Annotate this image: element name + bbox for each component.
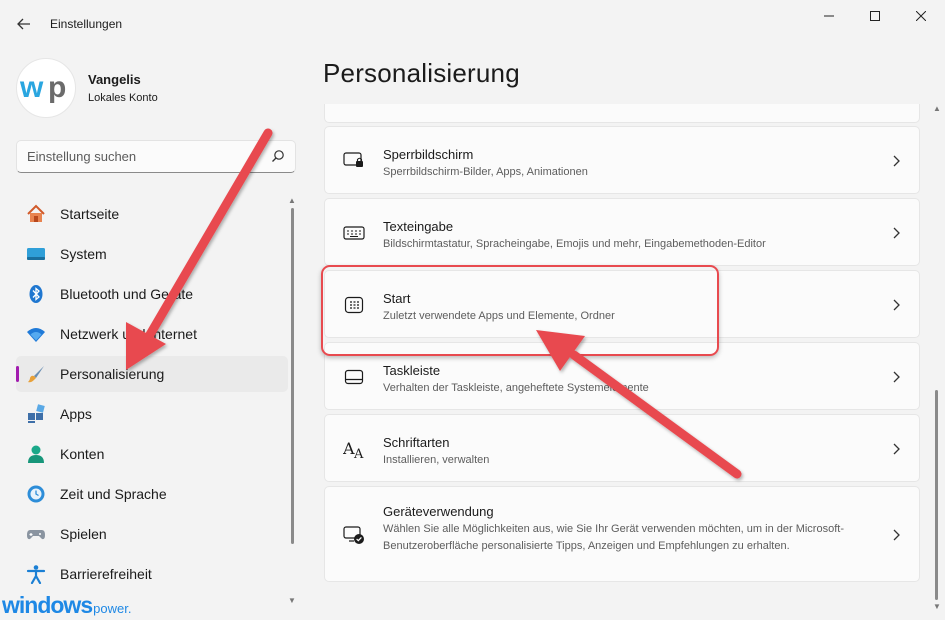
account-type: Lokales Konto	[88, 92, 158, 104]
main-scrollbar[interactable]: ▲ ▼	[932, 104, 942, 614]
scroll-down-icon[interactable]: ▼	[288, 596, 296, 605]
card-description: Wählen Sie alle Möglichkeiten aus, wie S…	[383, 523, 844, 552]
watermark-logo: windows power.	[2, 592, 131, 618]
sidebar-item-label: Barrierefreiheit	[60, 566, 152, 582]
monitor-icon	[26, 244, 46, 264]
apps-icon	[26, 404, 46, 424]
sidebar-item-time-language[interactable]: Zeit und Sprache	[16, 476, 288, 512]
fonts-icon: AA	[343, 438, 365, 460]
watermark-sub-text: power.	[93, 601, 132, 616]
chevron-right-icon	[893, 155, 900, 167]
sidebar-item-label: Bluetooth und Geräte	[60, 286, 194, 302]
app-title: Einstellungen	[50, 17, 123, 31]
search-box[interactable]	[16, 140, 296, 173]
card-description: Sperrbildschirm-Bilder, Apps, Animatione…	[383, 166, 588, 178]
accessibility-icon	[26, 564, 46, 584]
lock-screen-icon	[343, 150, 365, 172]
minimize-icon	[824, 15, 834, 17]
card-description: Verhalten der Taskleiste, angeheftete Sy…	[383, 382, 649, 394]
sidebar-item-label: System	[60, 246, 107, 262]
card-partial[interactable]	[324, 104, 920, 123]
scrollbar-thumb[interactable]	[291, 208, 294, 544]
svg-text:A: A	[353, 447, 364, 459]
sidebar-item-label: Zeit und Sprache	[60, 486, 167, 502]
gamepad-icon	[26, 524, 46, 544]
wp-logo-icon: w p	[19, 73, 66, 103]
sidebar-item-startseite[interactable]: Startseite	[16, 196, 288, 232]
sidebar-item-label: Netzwerk und Internet	[60, 326, 197, 342]
scroll-up-icon[interactable]: ▲	[933, 104, 941, 113]
back-arrow-icon	[17, 18, 30, 30]
sidebar-item-label: Startseite	[60, 206, 120, 222]
sidebar-item-network[interactable]: Netzwerk und Internet	[16, 316, 288, 352]
maximize-icon	[870, 11, 880, 21]
minimize-button[interactable]	[806, 0, 852, 32]
user-name: Vangelis	[88, 72, 141, 87]
sidebar-item-bluetooth[interactable]: Bluetooth und Geräte	[16, 276, 288, 312]
sidebar-item-gaming[interactable]: Spielen	[16, 516, 288, 552]
sidebar-nav: Startseite System Bluetooth und Geräte N…	[16, 196, 288, 596]
chevron-right-icon	[893, 443, 900, 455]
search-input[interactable]	[17, 141, 267, 172]
scroll-up-icon[interactable]: ▲	[288, 196, 296, 205]
sidebar-item-label: Konten	[60, 446, 105, 462]
maximize-button[interactable]	[852, 0, 898, 32]
chevron-right-icon	[893, 529, 900, 541]
sidebar-item-label: Apps	[60, 406, 92, 422]
device-usage-icon	[343, 524, 365, 546]
card-title: Taskleiste	[383, 363, 441, 378]
svg-text:p: p	[48, 73, 66, 103]
highlight-box	[321, 265, 719, 356]
keyboard-icon	[343, 222, 365, 244]
back-button[interactable]	[8, 8, 40, 40]
scrollbar-thumb[interactable]	[935, 390, 938, 600]
chevron-right-icon	[893, 299, 900, 311]
brush-icon	[26, 364, 46, 384]
home-icon	[26, 204, 46, 224]
card-device-usage[interactable]: Geräteverwendung Wählen Sie alle Möglich…	[324, 486, 920, 582]
search-icon[interactable]	[271, 149, 285, 163]
sidebar-item-label: Spielen	[60, 526, 107, 542]
wifi-icon	[26, 324, 46, 344]
card-title: Geräteverwendung	[383, 504, 494, 519]
page-title: Personalisierung	[323, 58, 520, 88]
card-fonts[interactable]: AA Schriftarten Installieren, verwalten	[324, 414, 920, 482]
close-button[interactable]	[898, 0, 944, 32]
card-description: Installieren, verwalten	[383, 454, 490, 466]
scroll-down-icon[interactable]: ▼	[933, 602, 941, 611]
bluetooth-icon	[26, 284, 46, 304]
avatar[interactable]: w p	[16, 58, 76, 118]
close-icon	[916, 11, 926, 21]
chevron-right-icon	[893, 227, 900, 239]
card-title: Schriftarten	[383, 435, 450, 450]
sidebar-item-personalization[interactable]: Personalisierung	[16, 356, 288, 392]
taskbar-icon	[343, 366, 365, 388]
sidebar-item-system[interactable]: System	[16, 236, 288, 272]
svg-text:w: w	[19, 73, 44, 103]
chevron-right-icon	[893, 371, 900, 383]
card-title: Sperrbildschirm	[383, 147, 474, 162]
card-description: Bildschirmtastatur, Spracheingabe, Emoji…	[383, 238, 766, 250]
sidebar-item-accessibility[interactable]: Barrierefreiheit	[16, 556, 288, 592]
watermark-main-text: windows	[2, 592, 93, 618]
card-title: Texteingabe	[383, 219, 454, 234]
clock-globe-icon	[26, 484, 46, 504]
card-text-input[interactable]: Texteingabe Bildschirmtastatur, Sprachei…	[324, 198, 920, 266]
sidebar-item-accounts[interactable]: Konten	[16, 436, 288, 472]
title-bar: Einstellungen	[0, 0, 945, 48]
sidebar-item-label: Personalisierung	[60, 366, 165, 382]
sidebar-scrollbar[interactable]: ▲ ▼	[288, 196, 298, 610]
sidebar-item-apps[interactable]: Apps	[16, 396, 288, 432]
person-icon	[26, 444, 46, 464]
card-lock-screen[interactable]: Sperrbildschirm Sperrbildschirm-Bilder, …	[324, 126, 920, 194]
